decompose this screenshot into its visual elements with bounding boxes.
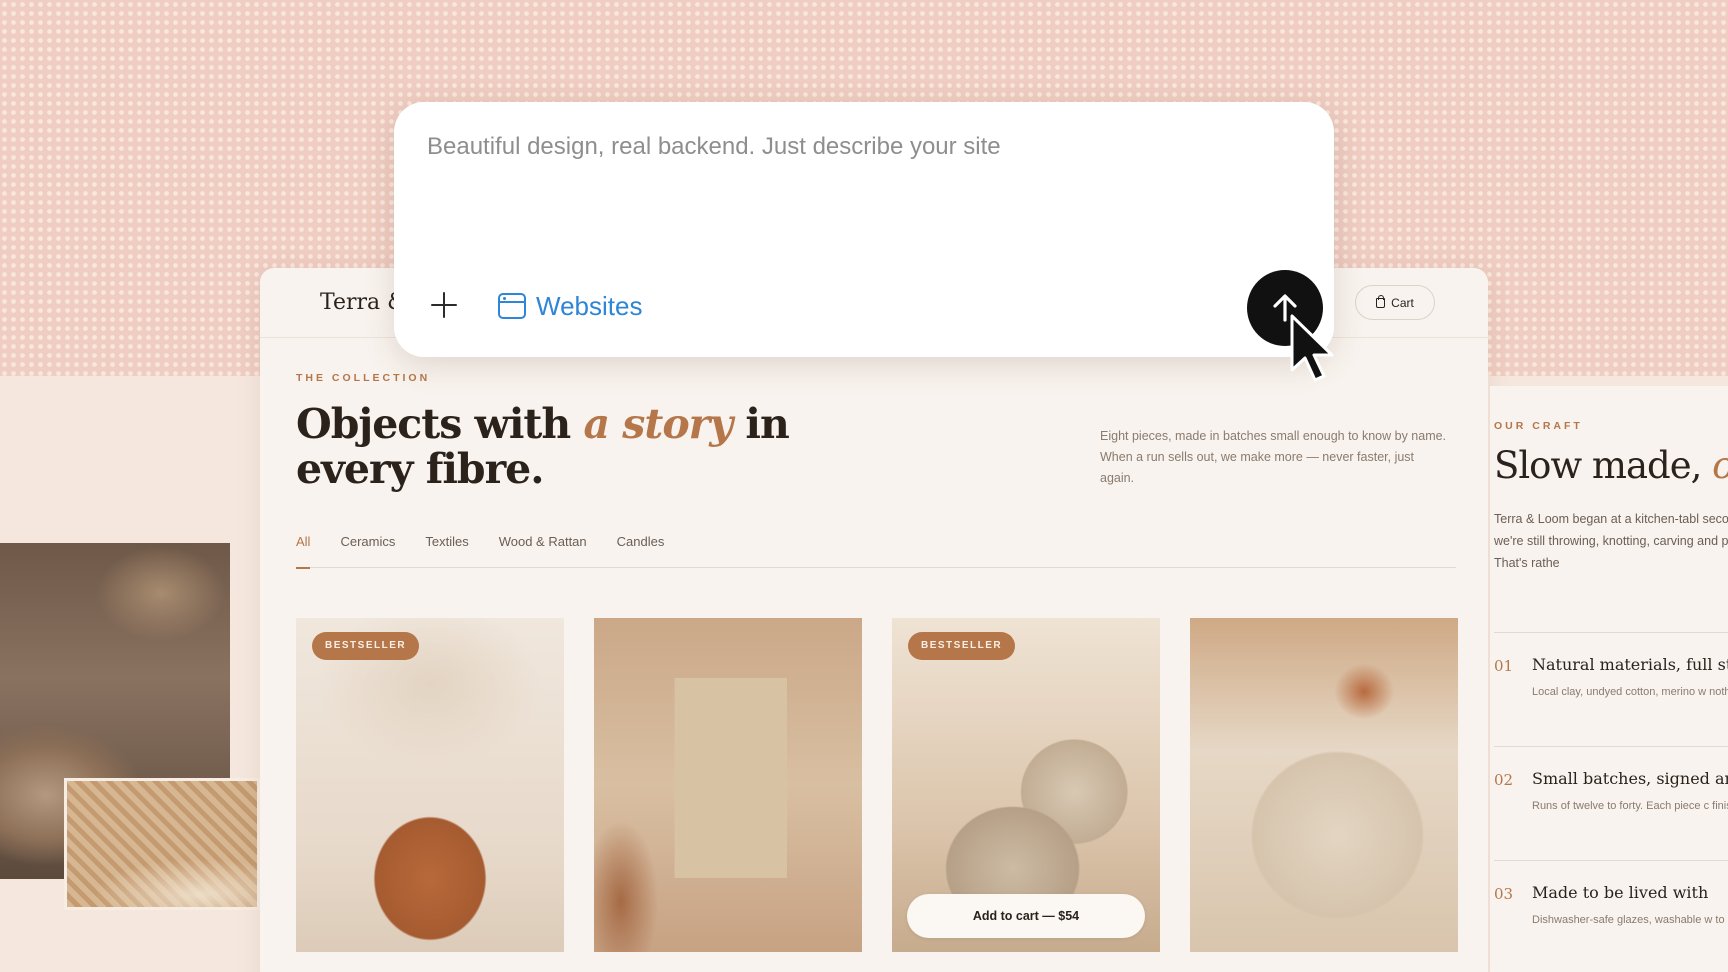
headline-text: Objects with — [296, 400, 584, 448]
product-card-throw[interactable] — [1190, 618, 1458, 952]
craft-title-text: Slow made, — [1494, 444, 1713, 487]
craft-item: 01 Natural materials, full st Local clay… — [1494, 632, 1728, 736]
mode-label: Websites — [536, 290, 643, 321]
cart-label: Cart — [1391, 295, 1414, 310]
tab-ceramics[interactable]: Ceramics — [340, 532, 395, 568]
shopping-bag-icon — [1376, 294, 1386, 308]
craft-item: 03 Made to be lived with Dishwasher-safe… — [1494, 860, 1728, 964]
collection-eyebrow: THE COLLECTION — [296, 372, 431, 384]
bestseller-badge: BESTSELLER — [908, 632, 1016, 660]
headline-emphasis: a story — [583, 400, 733, 448]
page-title: Objects with a story in every fibre. — [296, 402, 816, 492]
weave-photo — [64, 778, 260, 910]
craft-body: Terra & Loom began at a kitchen-tabl sec… — [1494, 512, 1728, 570]
prompt-box: Websites — [394, 102, 1334, 357]
craft-item-title: Made to be lived with — [1532, 883, 1709, 902]
craft-title: Slow made, o — [1494, 444, 1728, 487]
tab-wood-rattan[interactable]: Wood & Rattan — [499, 532, 587, 568]
product-card-vase[interactable]: BESTSELLER — [296, 618, 564, 952]
craft-eyebrow: OUR CRAFT — [1494, 420, 1583, 432]
craft-panel: OUR CRAFT Slow made, o Terra & Loom bega… — [1490, 386, 1728, 972]
websites-mode-button[interactable]: Websites — [498, 288, 642, 324]
craft-item-title: Small batches, signed an — [1532, 769, 1728, 788]
mouse-cursor-icon — [1290, 314, 1334, 382]
tab-all[interactable]: All — [296, 532, 311, 569]
add-to-cart-button[interactable]: Add to cart — $54 — [907, 894, 1145, 938]
craft-item-desc: Dishwasher-safe glazes, washable w to be… — [1532, 914, 1728, 926]
product-card-mugs[interactable]: BESTSELLER Add to cart — $54 — [892, 618, 1160, 952]
craft-item-number: 01 — [1494, 657, 1514, 675]
craft-title-emphasis: o — [1712, 444, 1728, 487]
browser-window-icon — [498, 293, 526, 319]
craft-item-desc: Runs of twelve to forty. Each piece c fi… — [1532, 800, 1728, 812]
craft-item: 02 Small batches, signed an Runs of twel… — [1494, 746, 1728, 850]
category-tabs: All Ceramics Textiles Wood & Rattan Cand… — [296, 532, 1456, 569]
bestseller-badge: BESTSELLER — [312, 632, 420, 660]
tab-candles[interactable]: Candles — [617, 532, 665, 568]
craft-item-desc: Local clay, undyed cotton, merino w noth… — [1532, 686, 1728, 698]
craft-item-number: 02 — [1494, 771, 1514, 789]
product-card-macrame[interactable] — [594, 618, 862, 952]
prompt-input[interactable] — [427, 133, 1227, 161]
tab-textiles[interactable]: Textiles — [425, 532, 468, 568]
plus-icon[interactable] — [427, 288, 461, 322]
product-grid: BESTSELLER BESTSELLER Add to cart — $54 — [296, 618, 1458, 952]
cart-button[interactable]: Cart — [1355, 285, 1435, 320]
craft-item-title: Natural materials, full st — [1532, 655, 1728, 674]
collection-intro: Eight pieces, made in batches small enou… — [1100, 429, 1447, 485]
craft-item-number: 03 — [1494, 885, 1514, 903]
